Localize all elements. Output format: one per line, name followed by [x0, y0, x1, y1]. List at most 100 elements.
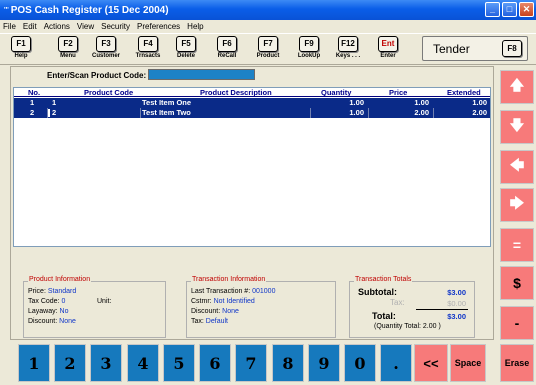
tender-label: Tender: [433, 42, 470, 56]
f12-key-icon: F12: [338, 36, 358, 52]
row-no: 1: [30, 98, 35, 107]
key-0[interactable]: 0: [344, 344, 376, 382]
arrow-up-button[interactable]: 🡅: [500, 70, 534, 104]
recall-button[interactable]: F6 ReCall: [212, 36, 242, 63]
tender-button[interactable]: Tender F8: [422, 36, 528, 61]
totals-underline: [416, 309, 468, 310]
product-code-input[interactable]: [148, 69, 255, 80]
items-grid[interactable]: No. Product Code Product Description Qua…: [13, 87, 491, 247]
col-product-code[interactable]: Product Code: [84, 88, 133, 98]
maximize-button[interactable]: □: [502, 2, 517, 17]
arrow-down-button[interactable]: 🡇: [500, 110, 534, 144]
recall-label: ReCall: [217, 53, 237, 59]
tax-label: Tax:: [191, 318, 204, 325]
customer-value: Not Identified: [213, 298, 255, 305]
help-button[interactable]: F1 Help: [6, 36, 36, 63]
menu-actions[interactable]: Actions: [44, 22, 70, 31]
minus-icon: -: [514, 315, 520, 331]
customer-button[interactable]: F3 Customer: [91, 36, 121, 63]
dollar-button[interactable]: $: [500, 266, 534, 300]
layaway-label: Layaway:: [28, 308, 58, 315]
cell-separator: [433, 108, 434, 118]
trnsacts-button[interactable]: F4 Trnsacts: [133, 36, 163, 63]
erase-button[interactable]: Erase: [500, 344, 534, 382]
unit-label: Unit:: [97, 298, 112, 305]
arrow-up-icon: 🡅: [509, 77, 525, 93]
f6-key-icon: F6: [217, 36, 237, 52]
product-button[interactable]: F7 Product: [253, 36, 283, 63]
delete-label: Delete: [176, 53, 195, 59]
tax-value: Default: [205, 318, 228, 325]
row-description: Test Item Two: [142, 108, 191, 117]
key-7[interactable]: 7: [235, 344, 267, 382]
arrow-right-button[interactable]: 🡆: [500, 188, 534, 222]
row-no: 2: [30, 108, 35, 117]
price-label: Price:: [28, 288, 46, 295]
row-price: 1.00: [414, 98, 429, 107]
key-8[interactable]: 8: [272, 344, 304, 382]
key-decimal[interactable]: .: [380, 344, 412, 382]
arrow-left-button[interactable]: 🡄: [500, 150, 534, 184]
menu-edit[interactable]: Edit: [23, 22, 37, 31]
close-button[interactable]: ✕: [519, 2, 534, 17]
cell-separator: [310, 108, 311, 118]
menu-button[interactable]: F2 Menu: [53, 36, 83, 63]
trans-discount-label: Discount:: [191, 308, 221, 315]
col-price[interactable]: Price: [389, 88, 407, 98]
menu-file[interactable]: File: [3, 22, 16, 31]
f4-key-icon: F4: [138, 36, 158, 52]
main-panel: Enter/Scan Product Code: No. Product Cod…: [10, 66, 494, 340]
row-code: 1: [52, 98, 57, 107]
lookup-button[interactable]: F9 LookUp: [294, 36, 324, 63]
quantity-total: (Quantity Total: 2.00 ): [374, 323, 441, 330]
row-price: 2.00: [414, 108, 429, 117]
app-icon: "": [4, 5, 9, 15]
equals-button[interactable]: =: [500, 228, 534, 262]
menu-help[interactable]: Help: [187, 22, 203, 31]
right-button-panel: 🡅 🡇 🡄 🡆 = $ -: [497, 66, 536, 385]
totals-title: Transaction Totals: [354, 276, 413, 283]
total-label: Total:: [372, 311, 396, 321]
enter-key-icon: Ent: [378, 36, 398, 52]
row-description: Test Item One: [142, 98, 192, 107]
key-1[interactable]: 1: [18, 344, 50, 382]
key-9[interactable]: 9: [308, 344, 340, 382]
key-5[interactable]: 5: [163, 344, 195, 382]
arrow-right-icon: 🡆: [509, 195, 525, 211]
minus-button[interactable]: -: [500, 306, 534, 340]
discount-value: None: [59, 318, 76, 325]
key-2[interactable]: 2: [54, 344, 86, 382]
subtotal-value: $3.00: [447, 288, 466, 297]
minimize-button[interactable]: _: [485, 2, 500, 17]
space-button[interactable]: Space: [450, 344, 486, 382]
f8-key-icon: F8: [502, 40, 522, 57]
f2-key-icon: F2: [58, 36, 78, 52]
layaway-value: No: [59, 308, 69, 315]
table-row[interactable]: 1 1 Test Item One 1.00 1.00 1.00: [14, 98, 490, 108]
f1-key-icon: F1: [11, 36, 31, 52]
row-quantity: 1.00: [349, 108, 364, 117]
backspace-button[interactable]: <<: [414, 344, 448, 382]
f3-key-icon: F3: [96, 36, 116, 52]
row-code: 2: [52, 108, 57, 117]
grid-header: No. Product Code Product Description Qua…: [14, 88, 490, 97]
keys-button[interactable]: F12 Keys . . .: [333, 36, 363, 63]
menu-view[interactable]: View: [77, 22, 94, 31]
col-no[interactable]: No.: [28, 88, 40, 98]
delete-button[interactable]: F5 Delete: [171, 36, 201, 63]
key-6[interactable]: 6: [199, 344, 231, 382]
key-4[interactable]: 4: [127, 344, 159, 382]
col-quantity[interactable]: Quantity: [321, 88, 351, 98]
last-transaction-label: Last Transaction #:: [191, 288, 251, 295]
col-product-description[interactable]: Product Description: [200, 88, 272, 98]
menu-security[interactable]: Security: [101, 22, 130, 31]
transaction-totals-panel: Transaction Totals Subtotal: $3.00 Tax: …: [349, 276, 475, 338]
numeric-keypad: 1 2 3 4 5 6 7 8 9 0 . << Space: [10, 344, 494, 385]
enter-button[interactable]: Ent Enter: [373, 36, 403, 63]
menu-preferences[interactable]: Preferences: [137, 22, 180, 31]
table-row[interactable]: 2 2 Test Item Two 1.00 2.00 2.00: [14, 108, 490, 118]
discount-label: Discount:: [28, 318, 58, 325]
f7-key-icon: F7: [258, 36, 278, 52]
key-3[interactable]: 3: [90, 344, 122, 382]
col-extended[interactable]: Extended: [447, 88, 481, 98]
